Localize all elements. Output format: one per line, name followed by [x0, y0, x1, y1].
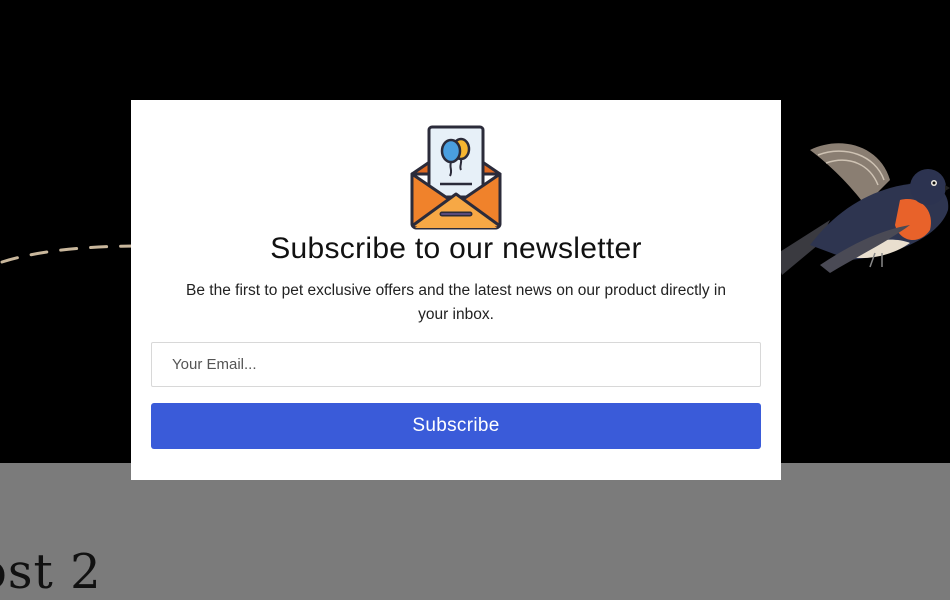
modal-subtitle: Be the first to pet exclusive offers and… — [186, 282, 726, 323]
content-section — [0, 463, 950, 600]
post-title: ost 2 — [0, 544, 102, 600]
swallow-bird-illustration — [775, 143, 950, 275]
newsletter-modal: Subscribe to our newsletter Be the first… — [131, 100, 781, 480]
envelope-with-balloon-card-icon — [410, 125, 502, 230]
subscribe-button[interactable]: Subscribe — [151, 403, 761, 449]
email-field[interactable] — [151, 342, 761, 387]
modal-title: Subscribe to our newsletter — [270, 232, 642, 265]
